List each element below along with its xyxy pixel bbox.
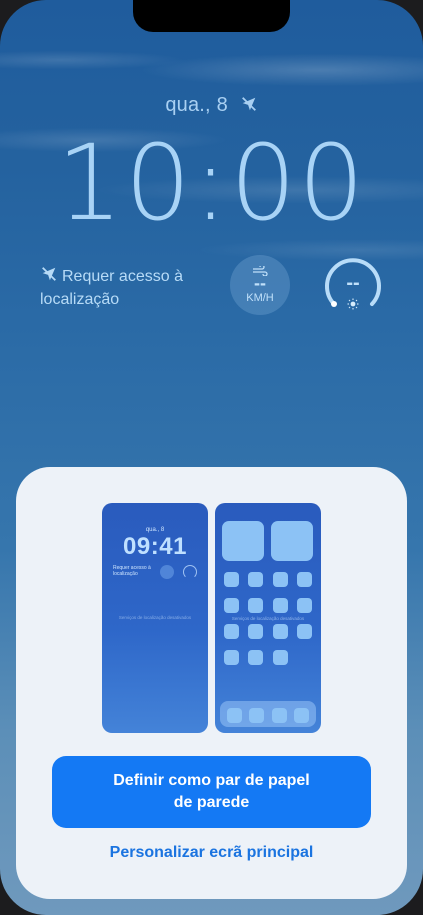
uv-value: -- bbox=[346, 272, 360, 294]
location-off-icon bbox=[240, 95, 258, 119]
preview-time: 09:41 bbox=[123, 533, 187, 560]
preview-app-icon bbox=[273, 650, 288, 665]
preview-uv-widget bbox=[183, 565, 197, 579]
preview-dock-icon bbox=[227, 708, 242, 723]
lock-date: qua., 8 bbox=[165, 94, 228, 116]
preview-wind-widget bbox=[160, 565, 174, 579]
preview-dock-icon bbox=[272, 708, 287, 723]
customize-home-screen-button[interactable]: Personalizar ecrã principal bbox=[16, 844, 407, 862]
preview-app-icon bbox=[297, 572, 312, 587]
preview-app-icon bbox=[297, 624, 312, 639]
preview-location-text: Requer acesso à localização bbox=[113, 565, 151, 577]
preview-services-text: Serviços de localização desativados bbox=[231, 616, 305, 621]
lock-screen-preview[interactable]: qua., 8 09:41 Requer acesso à localizaçã… bbox=[102, 503, 208, 733]
preview-app-icon bbox=[224, 650, 239, 665]
wind-unit: KM/H bbox=[246, 292, 274, 304]
lock-date-row: qua., 8 bbox=[0, 94, 423, 119]
uv-widget[interactable]: -- bbox=[322, 255, 384, 317]
notch bbox=[133, 0, 290, 32]
preview-dock-icon bbox=[294, 708, 309, 723]
wind-value: -- bbox=[254, 273, 266, 293]
preview-app-icon bbox=[248, 598, 263, 613]
cloud-overlay bbox=[0, 0, 423, 500]
device-screen: qua., 8 10:00 Requer acesso à localizaçã… bbox=[0, 0, 423, 915]
preview-app-icon bbox=[248, 572, 263, 587]
sun-icon bbox=[347, 298, 359, 310]
preview-services-text: Serviços de localização desativados bbox=[118, 615, 192, 620]
location-widget-text: Requer acesso à localização bbox=[40, 268, 183, 308]
preview-app-icon bbox=[297, 598, 312, 613]
wallpaper-pair-sheet: qua., 8 09:41 Requer acesso à localizaçã… bbox=[16, 467, 407, 899]
preview-app-icon bbox=[248, 650, 263, 665]
preview-app-icon bbox=[224, 572, 239, 587]
preview-app-icon bbox=[273, 572, 288, 587]
location-widget[interactable]: Requer acesso à localização bbox=[40, 265, 210, 310]
lock-clock: 10:00 bbox=[56, 122, 367, 244]
preview-dock-icon bbox=[249, 708, 264, 723]
wind-widget[interactable]: -- KM/H bbox=[230, 255, 290, 315]
preview-home-widget bbox=[222, 521, 264, 561]
location-off-icon bbox=[40, 265, 58, 289]
preview-app-icon bbox=[248, 624, 263, 639]
preview-app-icon bbox=[273, 598, 288, 613]
home-screen-preview[interactable]: Serviços de localização desativados bbox=[215, 503, 321, 733]
set-wallpaper-pair-button[interactable]: Definir como par de papel de parede bbox=[52, 756, 371, 828]
preview-app-icon bbox=[224, 598, 239, 613]
preview-app-icon bbox=[273, 624, 288, 639]
preview-app-icon bbox=[224, 624, 239, 639]
preview-home-widget bbox=[271, 521, 313, 561]
